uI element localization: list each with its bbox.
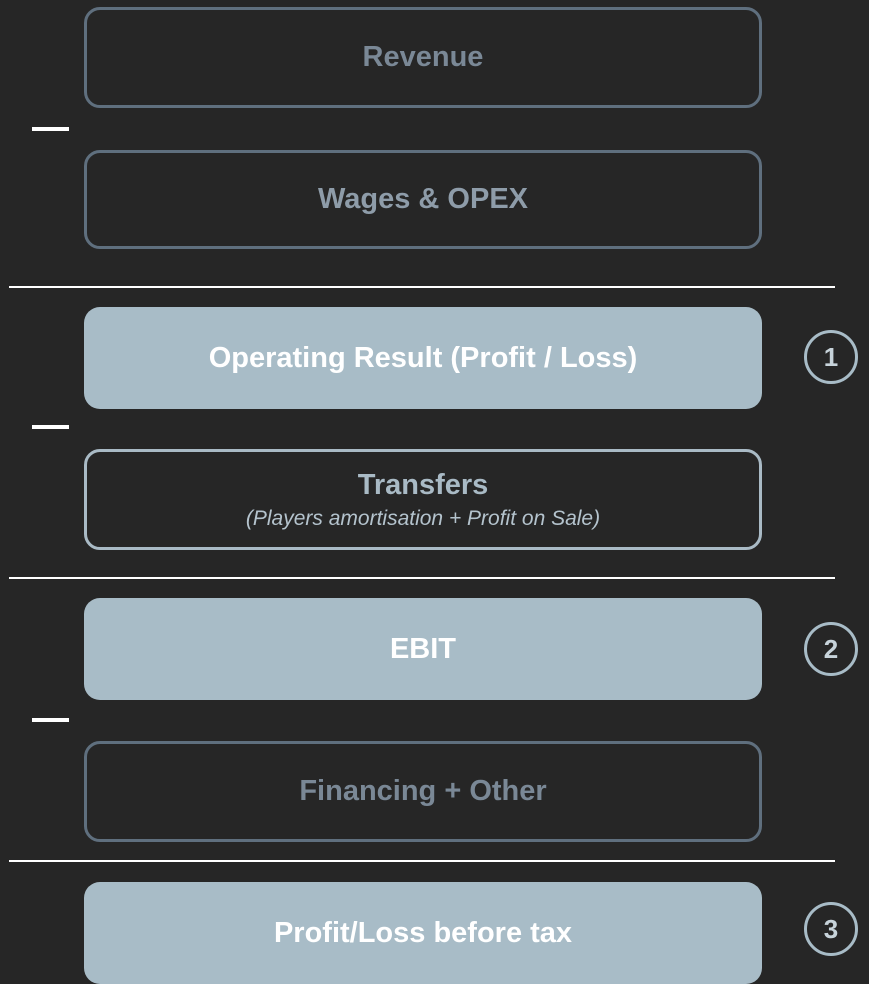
wages-opex-box: Wages & OPEX — [84, 150, 762, 249]
total-divider — [9, 286, 835, 288]
transfers-sublabel: (Players amortisation + Profit on Sale) — [245, 506, 601, 530]
ebit-label: EBIT — [389, 632, 457, 665]
step-1-badge: 1 — [804, 330, 858, 384]
total-divider — [9, 860, 835, 862]
total-divider — [9, 577, 835, 579]
minus-sign — [32, 425, 69, 429]
wages-opex-label: Wages & OPEX — [317, 183, 529, 216]
minus-sign — [32, 718, 69, 722]
ebit-box: EBIT — [84, 598, 762, 700]
revenue-label: Revenue — [362, 41, 484, 74]
step-2-badge: 2 — [804, 622, 858, 676]
transfers-box: Transfers (Players amortisation + Profit… — [84, 449, 762, 550]
transfers-label: Transfers — [357, 469, 489, 502]
financing-other-box: Financing + Other — [84, 741, 762, 842]
operating-result-box: Operating Result (Profit / Loss) — [84, 307, 762, 409]
minus-sign — [32, 127, 69, 131]
operating-result-label: Operating Result (Profit / Loss) — [208, 341, 638, 374]
profit-loss-before-tax-label: Profit/Loss before tax — [273, 916, 573, 949]
step-3-badge: 3 — [804, 902, 858, 956]
revenue-box: Revenue — [84, 7, 762, 108]
profit-loss-before-tax-box: Profit/Loss before tax — [84, 882, 762, 984]
financing-other-label: Financing + Other — [299, 775, 547, 808]
